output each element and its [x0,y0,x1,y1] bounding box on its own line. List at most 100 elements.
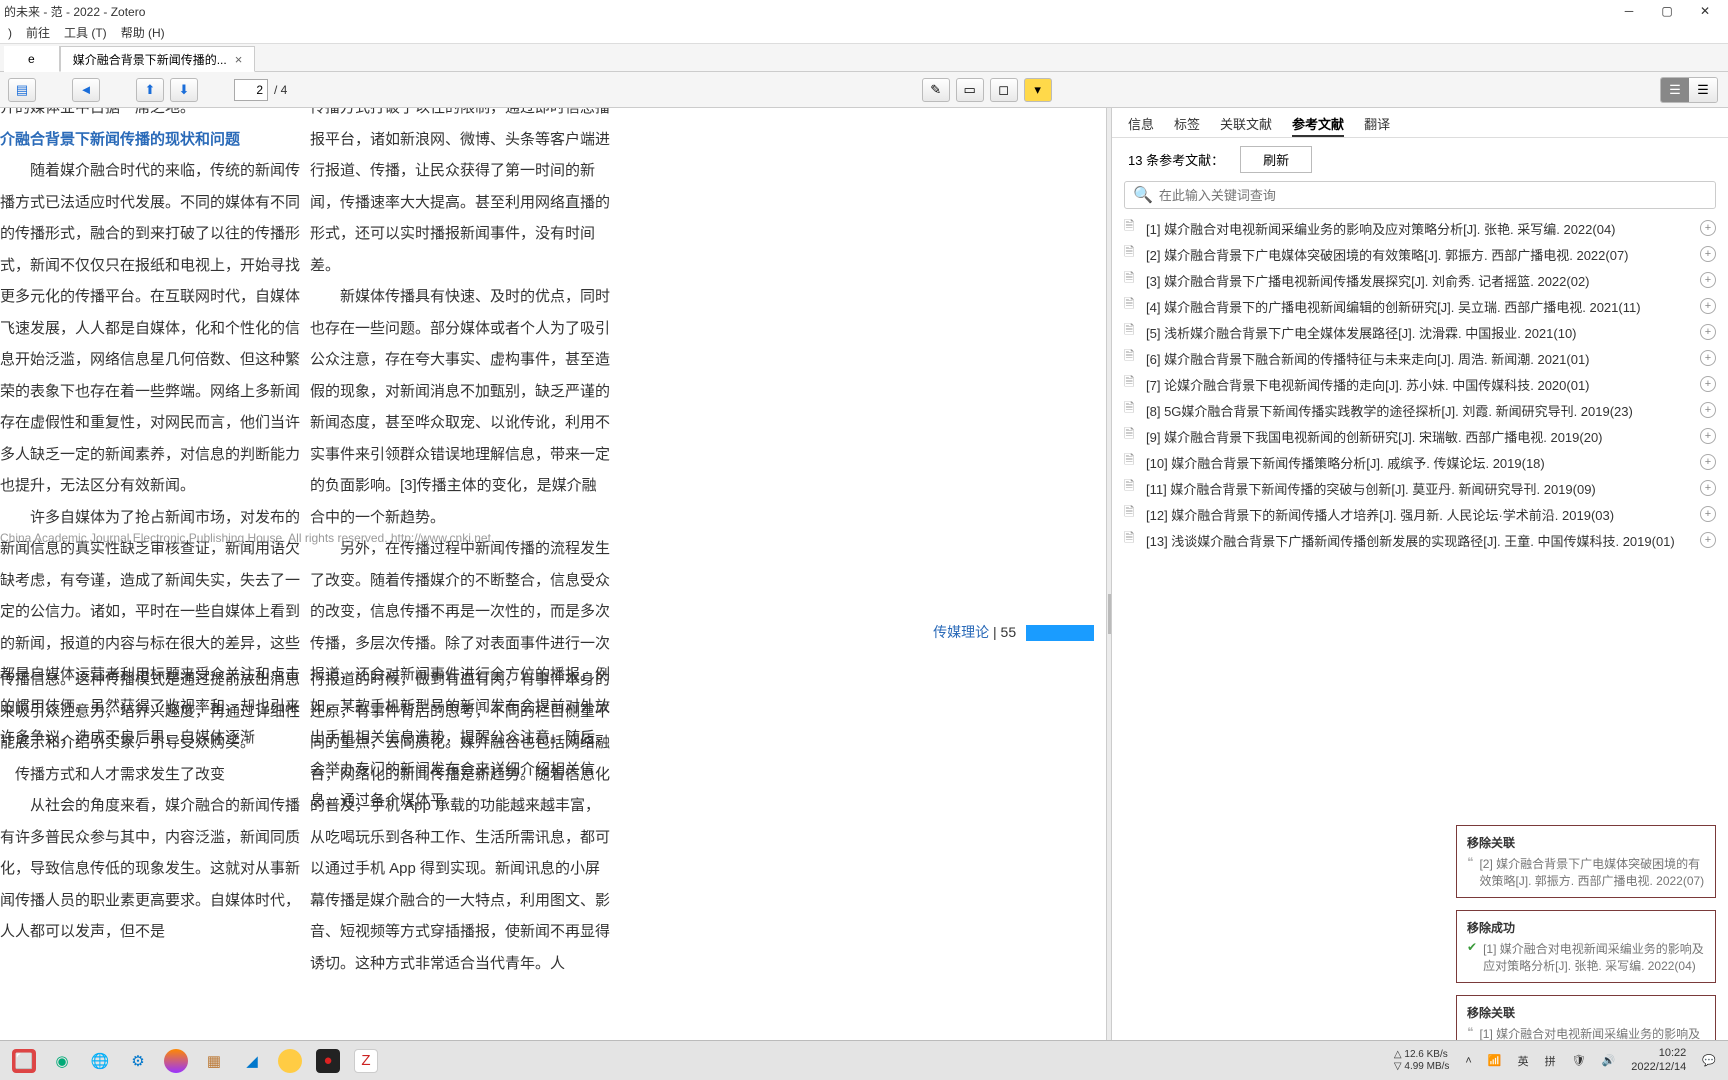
add-reference-button[interactable]: + [1700,298,1716,314]
tab-references[interactable]: 参考文献 [1292,114,1344,137]
page-total-label: / 4 [274,83,287,97]
menubar: ) 前往 工具 (T) 帮助 (H) [0,22,1728,44]
reference-text: [5] 浅析媒介融合背景下广电全媒体发展路径[J]. 沈滑霖. 中国报业. 20… [1146,323,1692,342]
refresh-button[interactable]: 刷新 [1240,146,1312,173]
doc-icon: 🗎 [1124,477,1138,499]
reference-search-input[interactable] [1159,188,1707,203]
doc-icon: 🗎 [1124,321,1138,343]
view-mode-right-button[interactable]: ☰ [1689,78,1717,102]
add-reference-button[interactable]: + [1700,480,1716,496]
home-tab[interactable]: e [4,46,60,72]
taskbar-app-icon[interactable]: ▦ [202,1049,226,1073]
add-reference-button[interactable]: + [1700,220,1716,236]
ime-indicator[interactable]: 拼 [1545,1053,1556,1069]
document-tab[interactable]: 媒介融合背景下新闻传播的... × [60,46,256,72]
nav-back-button[interactable]: ◄ [72,78,100,102]
reference-item[interactable]: 🗎[13] 浅谈媒介融合背景下广播新闻传播创新发展的实现路径[J]. 王童. 中… [1124,527,1716,553]
taskbar-edge-icon[interactable]: ◉ [50,1049,74,1073]
taskbar-record-icon[interactable]: ● [316,1049,340,1073]
reference-item[interactable]: 🗎[6] 媒介融合背景下融合新闻的传播特征与未来走向[J]. 周浩. 新闻潮. … [1124,345,1716,371]
reference-text: [7] 论媒介融合背景下电视新闻传播的走向[J]. 苏小妹. 中国传媒科技. 2… [1146,375,1692,394]
note-tool-button[interactable]: ▭ [956,78,984,102]
tray-up-icon[interactable]: ˄ [1465,1055,1471,1067]
reference-item[interactable]: 🗎[8] 5G媒介融合背景下新闻传播实践教学的途径探析[J]. 刘霞. 新闻研究… [1124,397,1716,423]
add-reference-button[interactable]: + [1700,506,1716,522]
taskbar-zotero-icon[interactable]: Z [354,1049,378,1073]
menu-item[interactable]: 前往 [26,24,50,41]
toast-title: 移除关联 [1467,1004,1705,1021]
menu-item[interactable]: 工具 (T) [64,24,107,41]
taskbar-settings-icon[interactable]: ⚙ [126,1049,150,1073]
taskbar-vscode-icon[interactable]: ◢ [240,1049,264,1073]
tabbar: e 媒介融合背景下新闻传播的... × [0,44,1728,72]
add-reference-button[interactable]: + [1700,376,1716,392]
maximize-button[interactable]: ▢ [1660,4,1674,18]
tray-wifi-icon[interactable]: 📶 [1488,1054,1502,1067]
add-reference-button[interactable]: + [1700,272,1716,288]
reference-item[interactable]: 🗎[12] 媒介融合背景下的新闻传播人才培养[J]. 强月新. 人民论坛·学术前… [1124,501,1716,527]
view-mode-left-button[interactable]: ☰ [1661,78,1689,102]
reference-search[interactable]: 🔍 [1124,181,1716,209]
reference-item[interactable]: 🗎[4] 媒介融合背景下的广播电视新闻编辑的创新研究[J]. 吴立瑞. 西部广播… [1124,293,1716,319]
highlight-tool-button[interactable]: ✎ [922,78,950,102]
doc-icon: 🗎 [1124,295,1138,317]
reference-item[interactable]: 🗎[10] 媒介融合背景下新闻传播策略分析[J]. 戚缤予. 传媒论坛. 201… [1124,449,1716,475]
reference-item[interactable]: 🗎[11] 媒介融合背景下新闻传播的突破与创新[J]. 莫亚丹. 新闻研究导刊.… [1124,475,1716,501]
doc-icon: 🗎 [1124,529,1138,551]
reference-text: [6] 媒介融合背景下融合新闻的传播特征与未来走向[J]. 周浩. 新闻潮. 2… [1146,349,1692,368]
taskbar-firefox-icon[interactable] [164,1049,188,1073]
ime-indicator[interactable]: 英 [1518,1053,1529,1069]
add-reference-button[interactable]: + [1700,246,1716,262]
pdf-text: 传播信息。这种传播模式是通过提前放出消息来吸引众注意力，培养兴趣度，再通过详细性… [0,664,300,759]
clock[interactable]: 10:22 2022/12/14 [1631,1047,1686,1073]
color-picker-button[interactable]: ▾ [1024,78,1052,102]
reference-item[interactable]: 🗎[2] 媒介融合背景下广电媒体突破困境的有效策略[J]. 郭振方. 西部广播电… [1124,241,1716,267]
reference-text: [3] 媒介融合背景下广播电视新闻传播发展探究[J]. 刘俞秀. 记者摇篮. 2… [1146,271,1692,290]
reference-text: [9] 媒介融合背景下我国电视新闻的创新研究[J]. 宋瑞敏. 西部广播电视. … [1146,427,1692,446]
add-reference-button[interactable]: + [1700,454,1716,470]
reference-item[interactable]: 🗎[9] 媒介融合背景下我国电视新闻的创新研究[J]. 宋瑞敏. 西部广播电视.… [1124,423,1716,449]
tab-close-icon[interactable]: × [235,52,243,67]
reference-item[interactable]: 🗎 [5] 浅析媒介融合背景下广电全媒体发展路径[J]. 沈滑霖. 中国报业. 2… [1124,319,1716,345]
add-reference-button[interactable]: + [1700,532,1716,548]
pdf-text: 新媒体传播具有快速、及时的优点，同时也存在一些问题。部分媒体或者个人为了吸引公众… [310,281,610,533]
reference-item[interactable]: 🗎[1] 媒介融合对电视新闻采编业务的影响及应对策略分析[J]. 张艳. 采写编… [1124,215,1716,241]
reference-item[interactable]: 🗎[7] 论媒介融合背景下电视新闻传播的走向[J]. 苏小妹. 中国传媒科技. … [1124,371,1716,397]
menu-item[interactable]: 帮助 (H) [121,24,165,41]
page-down-button[interactable]: ⬇ [170,78,198,102]
pdf-page-footer: 传媒理论 | 55 [933,618,1094,647]
toast: 移除成功✔[1] 媒介融合对电视新闻采编业务的影响及应对策略分析[J]. 张艳.… [1456,910,1716,983]
add-reference-button[interactable]: + [1700,402,1716,418]
tray-notifications-icon[interactable]: 💬 [1702,1054,1716,1067]
reference-item[interactable]: 🗎[3] 媒介融合背景下广播电视新闻传播发展探究[J]. 刘俞秀. 记者摇篮. … [1124,267,1716,293]
window-titlebar: 的未来 - 范 - 2022 - Zotero ─ ▢ ✕ [0,0,1728,22]
reference-text: [1] 媒介融合对电视新闻采编业务的影响及应对策略分析[J]. 张艳. 采写编.… [1146,219,1692,238]
tray-icon[interactable]: 🛡 [1572,1054,1586,1067]
tab-translate[interactable]: 翻译 [1364,114,1390,137]
taskbar-chrome-icon[interactable]: 🌐 [88,1049,112,1073]
add-reference-button[interactable]: + [1700,428,1716,444]
minimize-button[interactable]: ─ [1622,4,1636,18]
doc-icon: 🗎 [1124,451,1138,473]
tab-tags[interactable]: 标签 [1174,114,1200,137]
page-number-input[interactable] [234,79,268,101]
tab-label: 媒介融合背景下新闻传播的... [73,51,227,68]
tab-info[interactable]: 信息 [1128,114,1154,137]
pane-divider[interactable] [1106,108,1112,1080]
pdf-text: 行报道的时候，做到有血有肉，有事件本身的还原，有事件背后的思考，不同的栏目侧重不… [310,664,610,979]
side-panel: 信息 标签 关联文献 参考文献 翻译 13 条参考文献： 刷新 🔍 🗎[1] 媒… [1112,108,1728,1080]
tray-volume-icon[interactable]: 🔊 [1602,1054,1616,1067]
tab-related[interactable]: 关联文献 [1220,114,1272,137]
add-reference-button[interactable]: + [1700,350,1716,366]
pdf-footer: China Academic Journal Electronic Publis… [0,526,491,551]
pdf-text: 从社会的角度来看，媒介融合的新闻传播有许多普民众参与其中，内容泛滥，新闻同质化，… [0,790,300,948]
close-button[interactable]: ✕ [1698,4,1712,18]
add-reference-button[interactable]: + [1700,324,1716,340]
pdf-viewer[interactable]: 介的媒体业中占据一席之地。 介融合背景下新闻传播的现状和问题 随着媒介融合时代的… [0,108,1106,1080]
taskbar-app-icon[interactable]: ⬜ [12,1049,36,1073]
taskbar-app-icon[interactable] [278,1049,302,1073]
area-tool-button[interactable]: ◻ [990,78,1018,102]
page-up-button[interactable]: ⬆ [136,78,164,102]
sidebar-toggle-button[interactable]: ▤ [8,78,36,102]
menu-item[interactable]: ) [8,26,12,40]
